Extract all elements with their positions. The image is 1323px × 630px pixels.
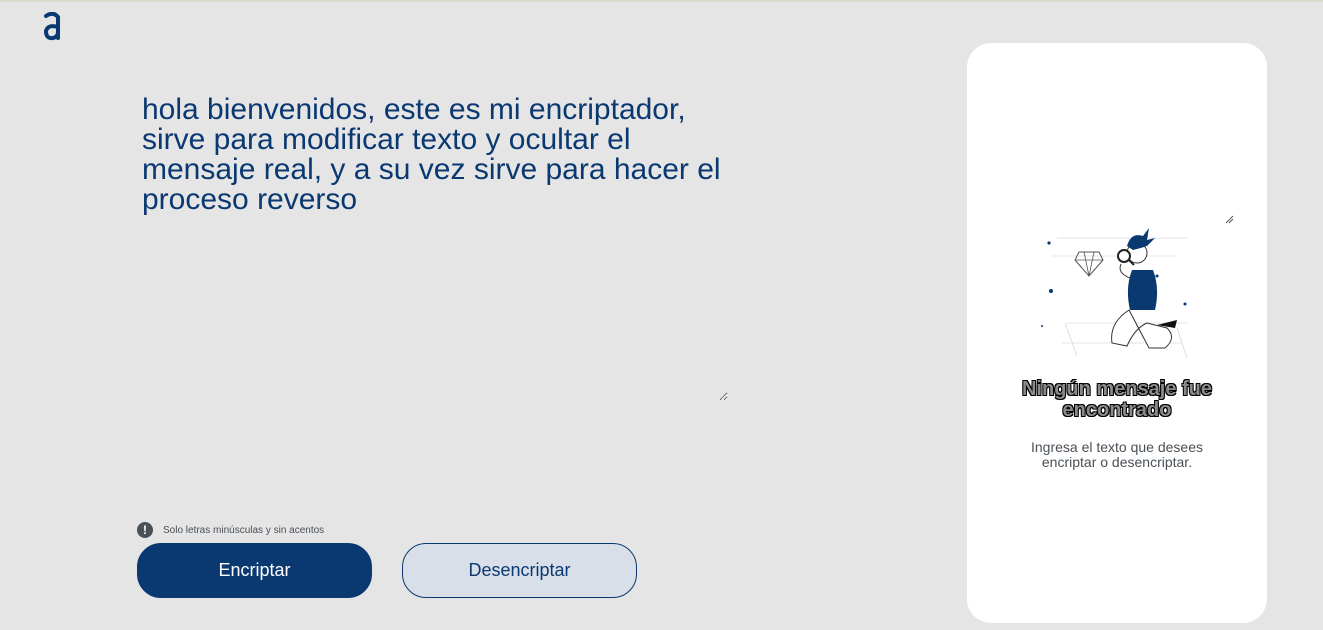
resize-grip-icon[interactable] <box>1224 214 1234 224</box>
exclamation-icon: ! <box>137 522 153 538</box>
person-searching-illustration <box>1041 228 1188 359</box>
encrypt-button[interactable]: Encriptar <box>137 543 372 598</box>
hint-text: Solo letras minúsculas y sin acentos <box>163 524 325 536</box>
empty-state-subtitle: Ingresa el texto que desees encriptar o … <box>1030 439 1203 470</box>
output-panel: Ningún mensaje fue encontrado Ingresa el… <box>967 43 1267 623</box>
empty-state-title: Ningún mensaje fue encontrado <box>1021 378 1213 421</box>
hint: ! Solo letras minúsculas y sin acentos <box>137 522 324 538</box>
logo-icon[interactable] <box>42 12 64 42</box>
decrypt-button[interactable]: Desencriptar <box>402 543 637 598</box>
message-input[interactable]: hola bienvenidos, este es mi encriptador… <box>142 95 728 401</box>
